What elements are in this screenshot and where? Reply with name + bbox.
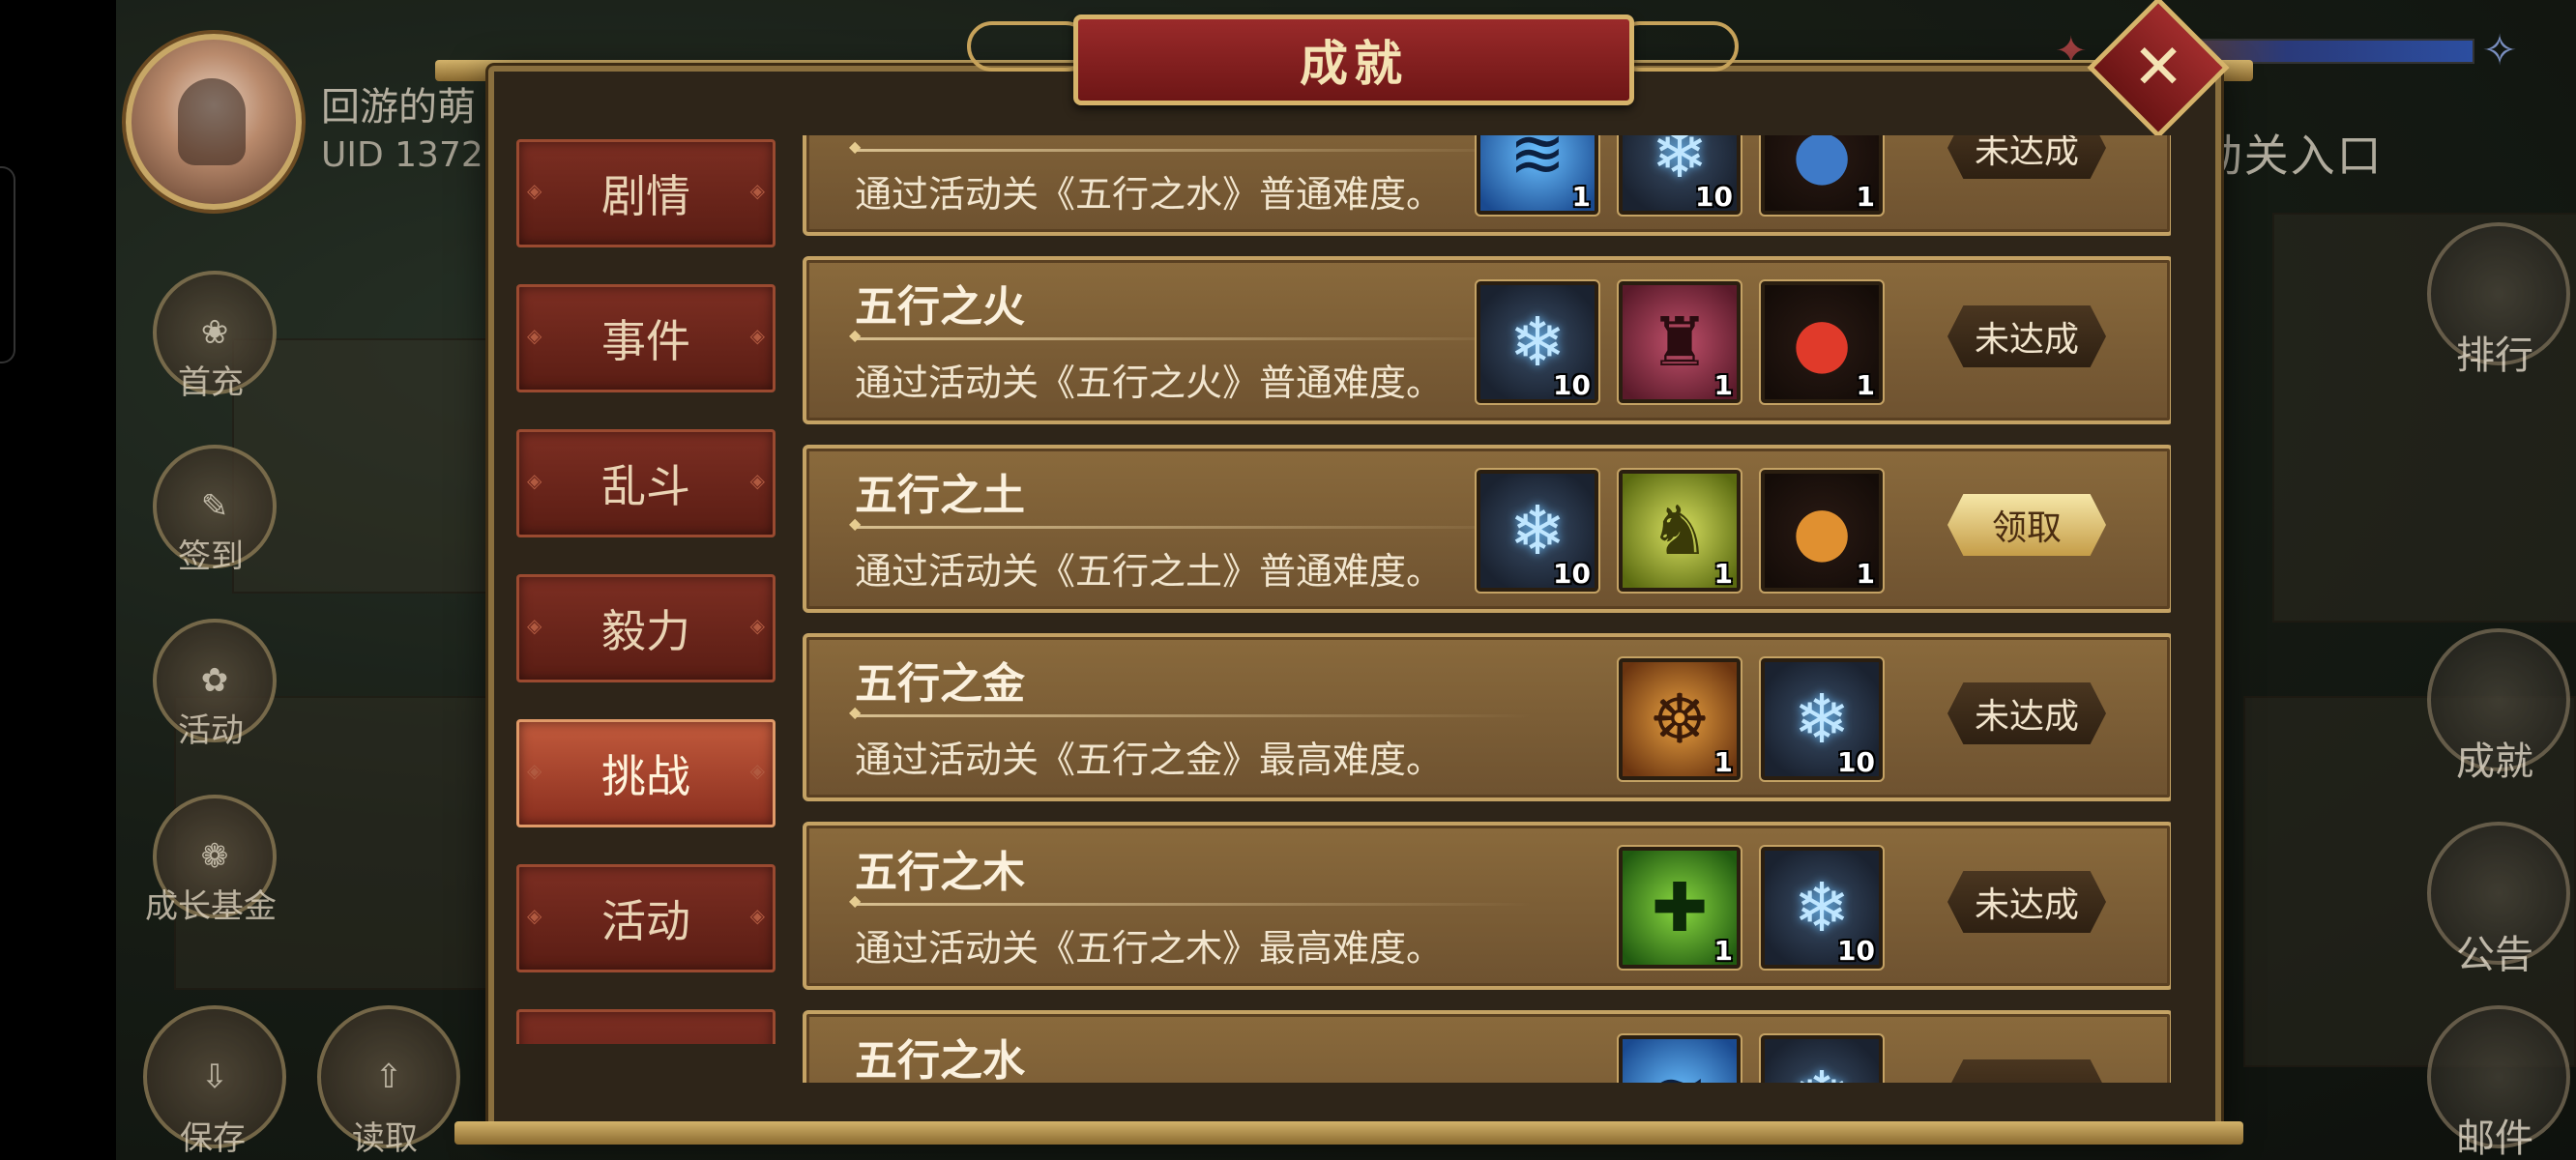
reward-count: 1 bbox=[1571, 181, 1591, 213]
fund-icon: ❁ bbox=[200, 837, 229, 876]
side-notch bbox=[0, 166, 15, 363]
mail-label: 邮件 bbox=[2456, 1116, 2533, 1160]
status-not-achieved-button[interactable]: 未达成 bbox=[1947, 135, 2106, 179]
reward-count: 1 bbox=[1713, 369, 1733, 401]
reward-item[interactable]: ● 1 bbox=[1759, 135, 1885, 217]
row-divider bbox=[849, 891, 1532, 910]
achievement-row: 五行之土 通过活动关《五行之土》普通难度。 ❄ 10 ♞ 1 ● 1 领取 bbox=[803, 445, 2171, 613]
reward-count: 1 bbox=[1856, 369, 1875, 401]
player-uid: UID 1372 bbox=[321, 135, 483, 175]
row-divider bbox=[849, 326, 1532, 344]
reward-count: 1 bbox=[1856, 558, 1875, 590]
reward-item[interactable]: ❄ 10 bbox=[1759, 656, 1885, 782]
status-not-achieved-button[interactable]: 未达成 bbox=[1947, 682, 2106, 744]
first-recharge-label: 首充 bbox=[178, 363, 244, 402]
achievement-label: 成就 bbox=[2456, 740, 2533, 784]
reward-item[interactable]: ● 1 bbox=[1759, 468, 1885, 594]
reward-item[interactable]: ❄ bbox=[1759, 1033, 1885, 1083]
up-arrow-icon: ⇩ bbox=[200, 1058, 229, 1096]
tab-partial[interactable] bbox=[516, 1009, 776, 1044]
ranking-label: 排行 bbox=[2456, 334, 2533, 378]
close-icon[interactable]: ✕ bbox=[2108, 17, 2209, 118]
achievement-list[interactable]: 通过活动关《五行之水》普通难度。 ≋ 1 ❄ 10 ● 1 未达成 五行之火 通… bbox=[798, 135, 2171, 1083]
dialog-title: 成就 bbox=[1300, 35, 1408, 92]
load-label: 读取 bbox=[352, 1119, 418, 1158]
notice-label: 公告 bbox=[2456, 933, 2533, 977]
achievement-title: 五行之火 bbox=[855, 282, 1025, 332]
reward-item[interactable]: ≋ 1 bbox=[1475, 135, 1600, 217]
achievement-description: 通过活动关《五行之水》普通难度。 bbox=[855, 173, 1444, 216]
sign-in-icon: ✎ bbox=[200, 487, 229, 526]
reward-count: 1 bbox=[1713, 746, 1733, 778]
achievement-row: 五行之木 通过活动关《五行之木》最高难度。 ✚ 1 ❄ 10 未达成 bbox=[803, 822, 2171, 990]
crystal-icon: ❄ bbox=[1765, 1039, 1879, 1083]
dialog-title-plate: 成就 bbox=[1073, 14, 1634, 105]
row-divider bbox=[849, 514, 1532, 533]
up-arrow-icon: ⇧ bbox=[374, 1058, 403, 1096]
reward-item[interactable]: ❄ 10 bbox=[1759, 845, 1885, 971]
reward-item[interactable]: ❄ 10 bbox=[1475, 468, 1600, 594]
reward-count: 1 bbox=[1713, 558, 1733, 590]
achievement-description: 通过活动关《五行之火》普通难度。 bbox=[855, 362, 1444, 404]
reward-count: 10 bbox=[1695, 181, 1733, 213]
reward-count: 10 bbox=[1553, 558, 1591, 590]
achievement-title: 五行之金 bbox=[855, 659, 1025, 709]
reward-count: 10 bbox=[1837, 746, 1875, 778]
reward-count: 1 bbox=[1713, 935, 1733, 967]
reward-count: 1 bbox=[1856, 181, 1875, 213]
sign-in-label: 签到 bbox=[178, 537, 244, 576]
status-not-achieved-button[interactable]: 未达成 bbox=[1947, 871, 2106, 933]
achievement-row: 通过活动关《五行之水》普通难度。 ≋ 1 ❄ 10 ● 1 未达成 bbox=[803, 135, 2171, 236]
achievement-title: 五行之土 bbox=[855, 471, 1025, 520]
achievement-description: 通过活动关《五行之金》最高难度。 bbox=[855, 739, 1444, 781]
tab-story[interactable]: 剧情 bbox=[516, 139, 776, 247]
row-divider bbox=[849, 137, 1532, 156]
save-label: 保存 bbox=[180, 1119, 246, 1158]
claim-button[interactable]: 领取 bbox=[1947, 494, 2106, 556]
reward-item[interactable]: ♞ 1 bbox=[1617, 468, 1742, 594]
status-button[interactable] bbox=[1947, 1059, 2106, 1083]
reward-item[interactable]: ✚ 1 bbox=[1617, 845, 1742, 971]
player-name: 回游的萌 bbox=[321, 85, 476, 130]
category-sidebar: 剧情 事件 乱斗 毅力 挑战 活动 bbox=[512, 135, 783, 1044]
achievement-row: 五行之金 通过活动关《五行之金》最高难度。 ☸ 1 ❄ 10 未达成 bbox=[803, 633, 2171, 801]
achievement-description: 通过活动关《五行之木》最高难度。 bbox=[855, 927, 1444, 970]
dialog-bottom-rail bbox=[454, 1121, 2243, 1145]
tab-challenge[interactable]: 挑战 bbox=[516, 719, 776, 827]
status-not-achieved-button[interactable]: 未达成 bbox=[1947, 305, 2106, 367]
title-ornament bbox=[967, 21, 1091, 72]
reward-count: 10 bbox=[1553, 369, 1591, 401]
reward-item[interactable]: ≋ bbox=[1617, 1033, 1742, 1083]
tab-activity[interactable]: 活动 bbox=[516, 864, 776, 972]
bird-icon: ✧ bbox=[2481, 26, 2518, 75]
tab-brawl[interactable]: 乱斗 bbox=[516, 429, 776, 537]
activity-icon: ✿ bbox=[200, 661, 229, 700]
achievement-row: 五行之火 通过活动关《五行之火》普通难度。 ❄ 10 ♜ 1 ● 1 未达成 bbox=[803, 256, 2171, 424]
growth-fund-label: 成长基金 bbox=[145, 887, 277, 926]
reward-item[interactable]: ♜ 1 bbox=[1617, 279, 1742, 405]
water-skill-icon: ≋ bbox=[1623, 1039, 1737, 1083]
tab-event[interactable]: 事件 bbox=[516, 284, 776, 392]
row-divider bbox=[849, 703, 1532, 721]
reward-item[interactable]: ● 1 bbox=[1759, 279, 1885, 405]
activity-label: 活动 bbox=[178, 711, 244, 750]
reward-item[interactable]: ❄ 10 bbox=[1617, 135, 1742, 217]
tab-perseverance[interactable]: 毅力 bbox=[516, 574, 776, 682]
reward-count: 10 bbox=[1837, 935, 1875, 967]
achievement-title: 五行之水 bbox=[855, 1036, 1025, 1083]
reward-item[interactable]: ❄ 10 bbox=[1475, 279, 1600, 405]
achievement-description: 通过活动关《五行之土》普通难度。 bbox=[855, 550, 1444, 593]
reward-item[interactable]: ☸ 1 bbox=[1617, 656, 1742, 782]
gift-icon: ❀ bbox=[200, 313, 229, 352]
player-avatar[interactable] bbox=[126, 34, 302, 210]
achievement-row: 五行之水 ≋ ❄ bbox=[803, 1010, 2171, 1083]
screen-bezel bbox=[0, 0, 116, 1160]
achievement-title: 五行之木 bbox=[855, 848, 1025, 897]
